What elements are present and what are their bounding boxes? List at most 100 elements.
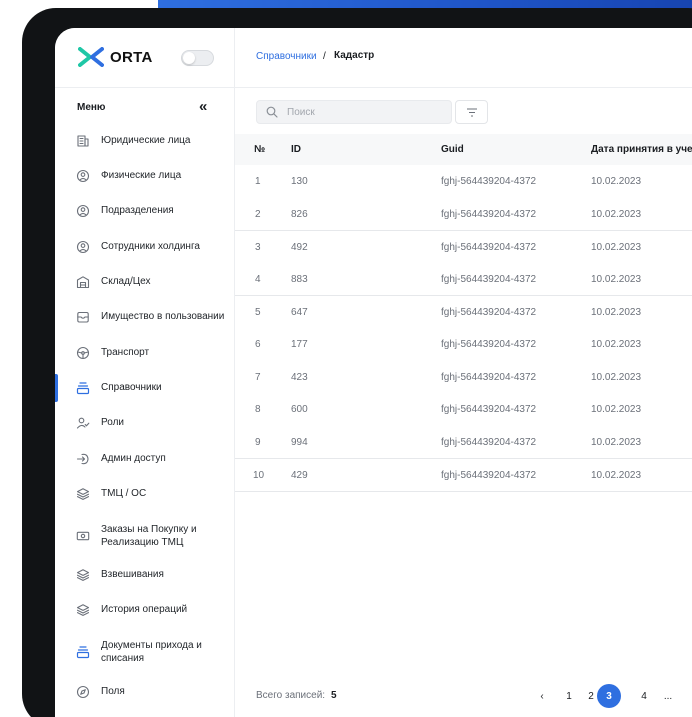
table-cell: 492 bbox=[291, 242, 308, 254]
sidebar-item[interactable]: Админ доступ bbox=[55, 451, 235, 467]
stack-icon bbox=[76, 646, 90, 659]
sidebar-item[interactable]: Заказы на Покупку и Реализацию ТМЦ bbox=[55, 524, 235, 548]
table-header: № ID Guid Дата принятия в учет bbox=[235, 134, 692, 165]
table-cell: 5 bbox=[255, 307, 261, 319]
table-cell: fghj-564439204-4372 bbox=[441, 242, 537, 254]
sidebar-item-label: Взвешивания bbox=[101, 569, 164, 580]
table-row[interactable]: 7 423 fghj-564439204-4372 10.02.2023 bbox=[235, 361, 692, 394]
page-button[interactable]: 2 bbox=[585, 684, 597, 708]
page-button[interactable]: 3 bbox=[597, 684, 621, 708]
table-row[interactable]: 3 492 fghj-564439204-4372 10.02.2023 bbox=[235, 230, 692, 263]
column-header-id[interactable]: ID bbox=[291, 144, 301, 155]
sidebar-item[interactable]: Юридические лица bbox=[55, 133, 235, 149]
table-row[interactable]: 9 994 fghj-564439204-4372 10.02.2023 bbox=[235, 426, 692, 459]
sidebar-item[interactable]: История операций bbox=[55, 602, 235, 618]
table-cell: fghj-564439204-4372 bbox=[441, 470, 537, 482]
breadcrumb-current: Кадастр bbox=[334, 50, 375, 61]
stack-icon bbox=[76, 382, 90, 395]
table-cell: fghj-564439204-4372 bbox=[441, 404, 537, 416]
sidebar-item[interactable]: Взвешивания bbox=[55, 567, 235, 583]
table-cell: 994 bbox=[291, 436, 308, 448]
sidebar-item-label: Заказы на Покупку и Реализацию ТМЦ bbox=[101, 524, 197, 548]
table-cell: 10.02.2023 bbox=[591, 176, 642, 187]
table-cell: fghj-564439204-4372 bbox=[441, 339, 537, 350]
breadcrumb-separator: / bbox=[323, 51, 326, 62]
breadcrumb-parent[interactable]: Справочники bbox=[256, 51, 317, 62]
column-header-number[interactable]: № bbox=[254, 144, 265, 155]
table-cell: 826 bbox=[291, 208, 308, 220]
sidebar-item[interactable]: Справочники bbox=[55, 374, 235, 402]
layers-icon bbox=[76, 488, 90, 500]
table-cell: fghj-564439204-4372 bbox=[441, 176, 537, 187]
sidebar-item[interactable]: ТМЦ / ОС bbox=[55, 486, 235, 502]
sidebar-item[interactable]: Имущество в пользовании bbox=[55, 309, 235, 325]
table-row[interactable]: 2 826 fghj-564439204-4372 10.02.2023 bbox=[235, 198, 692, 231]
sidebar-item[interactable]: Склад/Цех bbox=[55, 274, 235, 290]
theme-toggle[interactable] bbox=[181, 50, 214, 66]
user-circle-icon bbox=[76, 240, 90, 254]
search-input[interactable] bbox=[287, 104, 447, 120]
page-button[interactable]: 1 bbox=[563, 684, 575, 708]
column-header-date[interactable]: Дата принятия в учет bbox=[591, 144, 692, 155]
table-cell: 600 bbox=[291, 404, 308, 416]
search-box bbox=[256, 100, 452, 124]
table-cell: 10.02.2023 bbox=[591, 242, 642, 254]
table-row[interactable]: 6 177 fghj-564439204-4372 10.02.2023 bbox=[235, 328, 692, 361]
table-row[interactable]: 4 883 fghj-564439204-4372 10.02.2023 bbox=[235, 263, 692, 296]
table-row[interactable]: 5 647 fghj-564439204-4372 10.02.2023 bbox=[235, 295, 692, 328]
logo-row: ORTA bbox=[55, 28, 235, 88]
page-button[interactable]: 4 bbox=[638, 684, 650, 708]
sidebar-item-label: Склад/Цех bbox=[101, 276, 151, 287]
topbar: Справочники / Кадастр bbox=[235, 28, 692, 88]
sidebar-item[interactable]: Сотрудники холдинга bbox=[55, 239, 235, 255]
user-circle-icon bbox=[76, 169, 90, 183]
table-cell: 130 bbox=[291, 176, 308, 187]
table-cell: 10.02.2023 bbox=[591, 470, 642, 482]
sidebar-item[interactable]: Физические лица bbox=[55, 168, 235, 184]
table-end-divider bbox=[235, 491, 692, 492]
toggle-knob bbox=[183, 52, 195, 64]
warehouse-icon bbox=[76, 276, 90, 289]
total-records-label: Всего записей: bbox=[256, 690, 326, 701]
sidebar-item-label: Роли bbox=[101, 417, 124, 428]
prev-page-button[interactable]: ‹ bbox=[537, 684, 547, 708]
sidebar-item-label: ТМЦ / ОС bbox=[101, 488, 147, 499]
pagination-ellipsis: ... bbox=[663, 690, 673, 702]
user-check-icon bbox=[76, 417, 90, 429]
sidebar-item-label: Имущество в пользовании bbox=[101, 311, 225, 322]
table-cell: 423 bbox=[291, 371, 308, 383]
sidebar-item[interactable]: Роли bbox=[55, 415, 235, 431]
filter-button[interactable] bbox=[455, 100, 488, 124]
table-cell: fghj-564439204-4372 bbox=[441, 307, 537, 319]
table-cell: 1 bbox=[255, 176, 261, 187]
inbox-icon bbox=[77, 311, 89, 323]
sidebar-item-label: История операций bbox=[101, 604, 188, 615]
sidebar-item[interactable]: Поля bbox=[55, 684, 235, 700]
table-cell: 10.02.2023 bbox=[591, 371, 642, 383]
table-cell: 429 bbox=[291, 470, 308, 482]
orta-logo-icon bbox=[78, 47, 104, 67]
sidebar: ORTA Меню « Юридические лица Физические л… bbox=[55, 28, 235, 717]
table-cell: 883 bbox=[291, 273, 308, 285]
sidebar-item[interactable]: Документы прихода и списания bbox=[55, 640, 235, 664]
table-cell: fghj-564439204-4372 bbox=[441, 436, 537, 448]
sidebar-item[interactable]: Подразделения bbox=[55, 203, 235, 219]
table-row[interactable]: 10 429 fghj-564439204-4372 10.02.2023 bbox=[235, 458, 692, 491]
device-frame: ORTA Меню « Юридические лица Физические л… bbox=[22, 8, 692, 717]
table-cell: 177 bbox=[291, 339, 308, 350]
sidebar-item-label: Справочники bbox=[101, 382, 162, 393]
sidebar-item[interactable]: Транспорт bbox=[55, 345, 235, 361]
sidebar-item-label: Подразделения bbox=[101, 205, 174, 216]
table-cell: 2 bbox=[255, 208, 261, 220]
cash-icon bbox=[76, 531, 90, 541]
table-cell: 10.02.2023 bbox=[591, 339, 642, 350]
table-row[interactable]: 1 130 fghj-564439204-4372 10.02.2023 bbox=[235, 165, 692, 198]
table-cell: 10.02.2023 bbox=[591, 436, 642, 448]
sidebar-item-label: Юридические лица bbox=[101, 135, 191, 146]
table-row[interactable]: 8 600 fghj-564439204-4372 10.02.2023 bbox=[235, 393, 692, 426]
sidebar-item-label: Админ доступ bbox=[101, 453, 166, 464]
menu-title: Меню bbox=[77, 102, 106, 113]
column-header-guid[interactable]: Guid bbox=[441, 144, 464, 155]
table-cell: 10.02.2023 bbox=[591, 273, 642, 285]
collapse-menu-button[interactable]: « bbox=[199, 98, 207, 115]
